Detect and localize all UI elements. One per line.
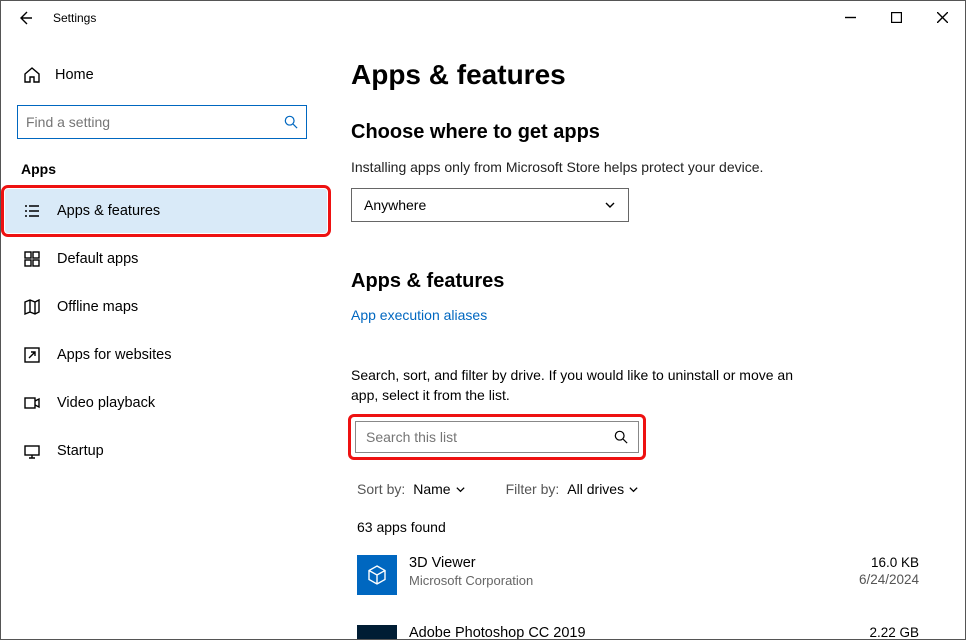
window-controls bbox=[827, 1, 965, 35]
app-name: Adobe Photoshop CC 2019 bbox=[409, 625, 859, 639]
startup-icon bbox=[23, 442, 41, 460]
app-name: 3D Viewer bbox=[409, 555, 859, 571]
maximize-button[interactable] bbox=[873, 1, 919, 33]
app-size: 16.0 KB bbox=[859, 555, 919, 570]
chevron-down-icon bbox=[604, 199, 616, 211]
search-list-box[interactable] bbox=[355, 421, 639, 453]
choose-apps-head: Choose where to get apps bbox=[351, 121, 925, 144]
nav-label: Video playback bbox=[57, 395, 155, 411]
find-setting-box[interactable] bbox=[17, 105, 307, 139]
search-icon bbox=[614, 430, 628, 444]
nav-startup[interactable]: Startup bbox=[17, 429, 305, 473]
search-list-input[interactable] bbox=[366, 429, 614, 445]
dropdown-value: Anywhere bbox=[364, 197, 426, 213]
video-icon bbox=[23, 394, 41, 412]
nav-apps-features[interactable]: Apps & features bbox=[5, 189, 327, 233]
nav-label: Apps & features bbox=[57, 203, 160, 219]
app-row[interactable]: 3D Viewer Microsoft Corporation 16.0 KB … bbox=[351, 549, 925, 601]
app-date: 6/24/2024 bbox=[859, 572, 919, 587]
back-button[interactable] bbox=[1, 1, 49, 35]
find-setting-input[interactable] bbox=[26, 114, 284, 130]
app-icon-photoshop: Ps bbox=[357, 625, 397, 639]
filter-hint: Search, sort, and filter by drive. If yo… bbox=[351, 365, 811, 406]
app-publisher: Microsoft Corporation bbox=[409, 573, 859, 588]
nav-label: Apps for websites bbox=[57, 347, 171, 363]
sort-by[interactable]: Sort by: Name bbox=[357, 481, 466, 497]
close-button[interactable] bbox=[919, 1, 965, 33]
app-size: 2.22 GB bbox=[859, 625, 919, 639]
choose-apps-dropdown[interactable]: Anywhere bbox=[351, 188, 629, 222]
map-icon bbox=[23, 298, 41, 316]
app-aliases-link[interactable]: App execution aliases bbox=[351, 307, 487, 323]
title-bar: Settings bbox=[1, 1, 965, 35]
minimize-button[interactable] bbox=[827, 1, 873, 33]
sidebar-section-head: Apps bbox=[17, 161, 305, 177]
choose-apps-hint: Installing apps only from Microsoft Stor… bbox=[351, 158, 925, 178]
nav-home[interactable]: Home bbox=[17, 55, 305, 95]
chevron-down-icon bbox=[628, 484, 639, 495]
chevron-down-icon bbox=[455, 484, 466, 495]
nav-video-playback[interactable]: Video playback bbox=[17, 381, 305, 425]
nav-label: Default apps bbox=[57, 251, 138, 267]
page-title: Apps & features bbox=[351, 59, 925, 91]
main-content: Apps & features Choose where to get apps… bbox=[321, 35, 965, 639]
sort-filter-row: Sort by: Name Filter by: All drives bbox=[351, 481, 925, 497]
nav-offline-maps[interactable]: Offline maps bbox=[17, 285, 305, 329]
nav-apps-websites[interactable]: Apps for websites bbox=[17, 333, 305, 377]
filter-by[interactable]: Filter by: All drives bbox=[506, 481, 639, 497]
search-icon bbox=[284, 115, 298, 129]
nav-label: Startup bbox=[57, 443, 104, 459]
nav-label: Offline maps bbox=[57, 299, 138, 315]
list-icon bbox=[23, 202, 41, 220]
apps-features-head: Apps & features bbox=[351, 270, 925, 293]
window-title: Settings bbox=[53, 11, 96, 25]
nav-home-label: Home bbox=[55, 67, 94, 83]
apps-count: 63 apps found bbox=[351, 519, 925, 535]
search-list-highlight bbox=[351, 417, 643, 457]
nav-default-apps[interactable]: Default apps bbox=[17, 237, 305, 281]
app-icon-3dviewer bbox=[357, 555, 397, 595]
open-icon bbox=[23, 346, 41, 364]
sidebar: Home Apps Apps & features Default apps O… bbox=[1, 35, 321, 639]
app-row[interactable]: Ps Adobe Photoshop CC 2019 2.22 GB 4/16/… bbox=[351, 619, 925, 639]
grid-icon bbox=[23, 250, 41, 268]
